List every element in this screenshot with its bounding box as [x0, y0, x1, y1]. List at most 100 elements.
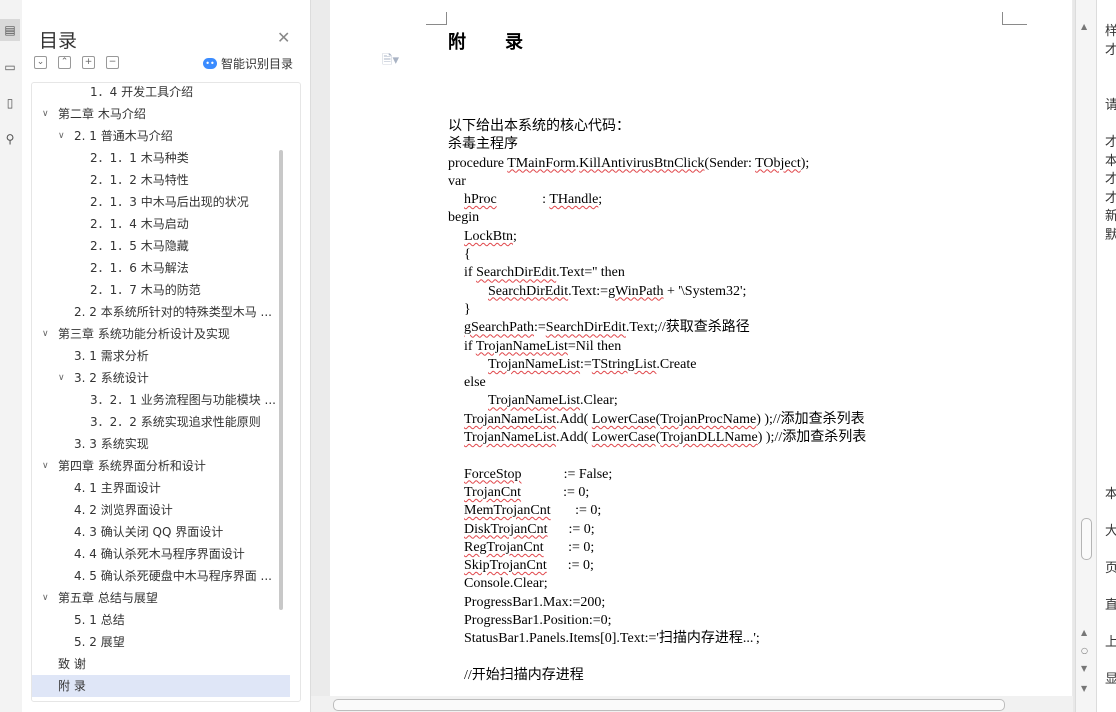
outline-item[interactable]: 4. 3 确认关闭 QQ 界面设计	[32, 521, 290, 543]
outline-item[interactable]: 2．1．3 中木马后出现的状况	[32, 191, 290, 213]
scroll-up-icon[interactable]: ▲	[1081, 628, 1087, 637]
code-token: RegTrojanCnt	[464, 539, 544, 555]
outline-item[interactable]: 3．2．1 业务流程图与功能模块 ...	[32, 389, 290, 411]
code-token: hProc	[464, 192, 497, 208]
code-token: TStringList	[591, 356, 657, 372]
outline-item-label: 4. 2 浏览界面设计	[74, 503, 173, 517]
scroll-up-icon[interactable]: ▲	[1081, 22, 1087, 31]
add-heading-icon[interactable]: +	[82, 56, 95, 69]
code-token: 以下给出本系统的核心代码：	[448, 119, 630, 134]
outline-item[interactable]: 1．4 开发工具介绍	[32, 83, 290, 103]
code-token: =Nil then	[567, 338, 622, 354]
code-token: :=	[580, 356, 592, 372]
panel-glyph: 直	[1105, 594, 1116, 613]
code-token: TrojanDLLName	[660, 430, 758, 446]
outline-item[interactable]: 2．1．7 木马的防范	[32, 279, 290, 301]
code-token: SearchDirEdit	[545, 320, 626, 336]
panel-glyph: 大	[1105, 520, 1116, 539]
vertical-scrollbar[interactable]: ▲ ▲ ○ ▼ ▼	[1075, 0, 1096, 712]
panel-glyph: 才	[1105, 39, 1116, 58]
scroll-down-icon[interactable]: ▼	[1081, 684, 1087, 693]
outline-title: 目录	[39, 30, 78, 52]
outline-item[interactable]: 致 谢	[32, 653, 290, 675]
page-up-icon[interactable]: ○	[1081, 646, 1088, 655]
outline-icon[interactable]: ▤	[0, 19, 20, 41]
outline-item[interactable]: 4. 4 确认杀死木马程序界面设计	[32, 543, 290, 565]
outline-item[interactable]: ∨ 3. 2 系统设计	[32, 367, 290, 389]
outline-item[interactable]: 2．1．5 木马隐藏	[32, 235, 290, 257]
remove-heading-icon[interactable]: −	[106, 56, 119, 69]
code-token: .Text:=	[568, 283, 609, 299]
outline-item-label: 第三章 系统功能分析设计及实现	[58, 327, 230, 341]
outline-item[interactable]: ∨ 第三章 系统功能分析设计及实现	[32, 323, 290, 345]
outline-item[interactable]: 3．2．2 系统实现追求性能原则	[32, 411, 290, 433]
outline-item[interactable]: 2. 2 本系统所针对的特殊类型木马 ...	[32, 301, 290, 323]
outline-item-label: 第二章 木马介绍	[58, 107, 146, 121]
panel-glyph: 本	[1105, 150, 1116, 169]
document-page[interactable]: 🗎▾ 附 录 以下给出本系统的核心代码： 杀毒主程序 procedure TMain…	[330, 0, 1072, 696]
outline-item[interactable]: 4. 1 主界面设计	[32, 477, 290, 499]
outline-item-label: 3．2．2 系统实现追求性能原则	[90, 415, 261, 429]
horizontal-scrollbar[interactable]	[311, 696, 1073, 712]
outline-item[interactable]: 4. 2 浏览界面设计	[32, 499, 290, 521]
outline-item[interactable]: ∨ 第二章 木马介绍	[32, 103, 290, 125]
code-token: ) );//添加查杀列表	[756, 411, 865, 427]
outline-list: 1．4 开发工具介绍 ∨ 第二章 木马介绍 ∨ 2. 1 普通木马介绍 2．1．1 木马种…	[31, 82, 301, 702]
collapse-all-icon[interactable]: ⌃	[58, 56, 71, 69]
vertical-scroll-thumb[interactable]	[1081, 518, 1092, 560]
code-token: := 0;	[546, 558, 594, 574]
search-icon[interactable]: ⚲	[0, 128, 20, 150]
scroll-down-icon[interactable]: ▼	[1081, 664, 1087, 673]
chevron-down-icon[interactable]: ∨	[42, 103, 49, 125]
outline-item-label: 3. 1 需求分析	[74, 349, 149, 363]
panel-glyph: 样	[1105, 20, 1116, 39]
outline-item[interactable]: 2．1．1 木马种类	[32, 147, 290, 169]
chevron-down-icon[interactable]: ∨	[42, 455, 49, 477]
outline-item[interactable]: 2．1．4 木马启动	[32, 213, 290, 235]
document-options-icon[interactable]: 🗎▾	[382, 51, 399, 73]
code-token: :=	[533, 320, 546, 336]
outline-item[interactable]: ∨ 第五章 总结与展望	[32, 587, 290, 609]
outline-item-label: 第四章 系统界面分析和设计	[58, 459, 206, 473]
document-area: 🗎▾ 附 录 以下给出本系统的核心代码： 杀毒主程序 procedure TMain…	[311, 0, 1073, 712]
code-token: .Add(	[556, 411, 592, 427]
outline-item-label: 4. 4 确认杀死木马程序界面设计	[74, 547, 245, 561]
outline-item[interactable]: 附 录	[32, 675, 290, 697]
panel-glyph: 才	[1105, 168, 1116, 187]
code-line: TrojanNameList:=TStringList.Create	[448, 356, 866, 374]
smart-outline-button[interactable]: •• 智能识别目录	[203, 55, 293, 72]
code-line: ProgressBar1.Position:=0;	[448, 612, 866, 630]
outline-item[interactable]: ∨ 2. 1 普通木马介绍	[32, 125, 290, 147]
chevron-down-icon[interactable]: ∨	[58, 367, 65, 389]
outline-item[interactable]: 3. 1 需求分析	[32, 345, 290, 367]
outline-item[interactable]: 5. 2 展望	[32, 631, 290, 653]
chevron-down-icon[interactable]: ∨	[42, 587, 49, 609]
horizontal-scroll-thumb[interactable]	[333, 699, 1005, 711]
bookmark-icon[interactable]: ▯	[0, 92, 20, 114]
code-token: .Text;//获取查杀路径	[625, 320, 750, 336]
chevron-down-icon[interactable]: ∨	[42, 323, 49, 345]
page-icon[interactable]: ▭	[0, 56, 20, 78]
outline-item[interactable]: 3. 3 系统实现	[32, 433, 290, 455]
outline-item[interactable]: ∨ 第四章 系统界面分析和设计	[32, 455, 290, 477]
expand-all-icon[interactable]: ⌄	[34, 56, 47, 69]
outline-item[interactable]: 4. 5 确认杀死硬盘中木马程序界面 ...	[32, 565, 290, 587]
outline-item[interactable]: 2．1．6 木马解法	[32, 257, 290, 279]
code-line: else	[448, 374, 866, 392]
outline-scrollbar[interactable]	[279, 150, 283, 610]
code-line: SkipTrojanCnt := 0;	[448, 557, 866, 575]
crop-mark	[426, 12, 447, 25]
close-icon[interactable]: ✕	[277, 28, 290, 47]
outline-item[interactable]: 5. 1 总结	[32, 609, 290, 631]
code-token: TMainForm	[507, 155, 576, 171]
outline-item[interactable]: 2．1．2 木马特性	[32, 169, 290, 191]
code-token: procedure	[448, 155, 508, 171]
chevron-down-icon[interactable]: ∨	[58, 125, 65, 147]
panel-glyph: 默	[1105, 224, 1116, 243]
code-line: MemTrojanCnt := 0;	[448, 502, 866, 520]
code-listing: 以下给出本系统的核心代码： 杀毒主程序 procedure TMainForm.Ki…	[448, 118, 866, 685]
code-token: := 0;	[521, 484, 590, 500]
code-token: := 0;	[550, 503, 602, 519]
